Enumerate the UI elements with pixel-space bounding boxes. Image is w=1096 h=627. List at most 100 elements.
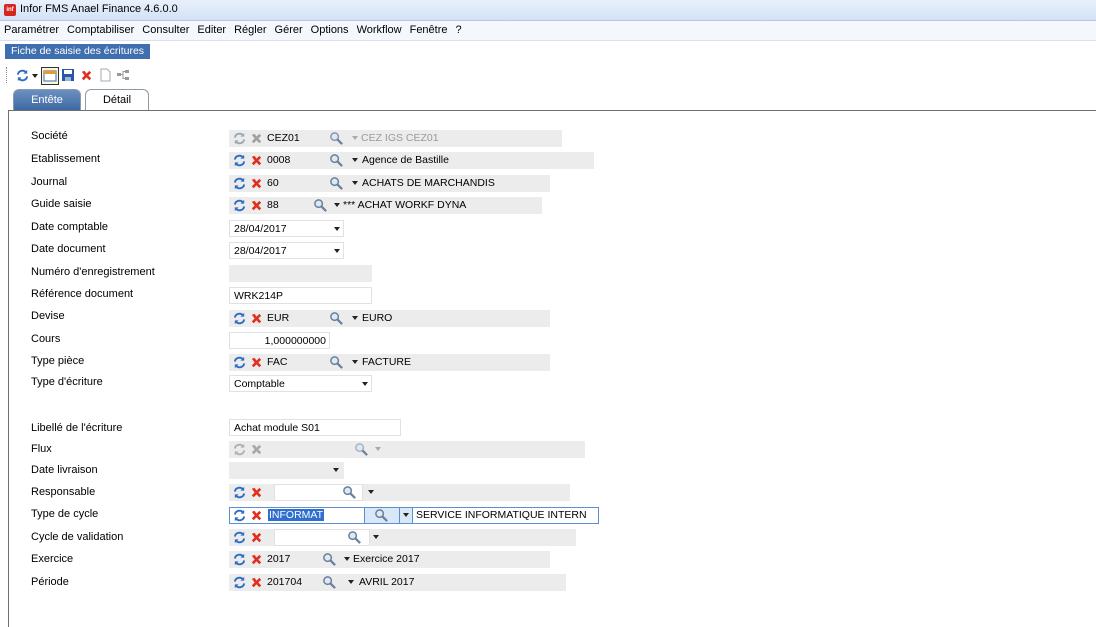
refresh-icon[interactable] bbox=[232, 442, 247, 457]
label-societe: Société bbox=[31, 130, 68, 142]
search-icon[interactable] bbox=[347, 530, 362, 545]
dropdown-arrow-icon[interactable] bbox=[344, 557, 350, 561]
search-icon[interactable] bbox=[329, 153, 344, 168]
date-document-picker[interactable]: 28/04/2017 bbox=[229, 242, 344, 259]
clear-icon[interactable] bbox=[249, 131, 264, 146]
menu-gerer[interactable]: Gérer bbox=[275, 24, 303, 36]
search-icon[interactable] bbox=[354, 442, 369, 457]
societe-desc: CEZ IGS CEZ01 bbox=[361, 132, 439, 144]
clear-icon[interactable] bbox=[249, 485, 264, 500]
type-cycle-dropdown[interactable] bbox=[400, 508, 413, 523]
document-tab[interactable]: Fiche de saisie des écritures bbox=[5, 44, 151, 59]
copy-icon[interactable] bbox=[97, 67, 113, 83]
search-icon[interactable] bbox=[322, 552, 337, 567]
etablissement-code[interactable]: 0008 bbox=[267, 154, 290, 166]
cycle-validation-field bbox=[229, 529, 576, 546]
clear-icon[interactable] bbox=[249, 355, 264, 370]
clear-icon[interactable] bbox=[249, 311, 264, 326]
refresh-icon[interactable] bbox=[232, 131, 247, 146]
periode-field: 201704 AVRIL 2017 bbox=[229, 574, 566, 591]
dropdown-arrow-icon[interactable] bbox=[362, 382, 368, 386]
dropdown-arrow-icon[interactable] bbox=[403, 513, 409, 517]
dropdown-arrow-icon[interactable] bbox=[352, 158, 358, 162]
undo-dropdown-icon[interactable] bbox=[31, 67, 39, 83]
dropdown-arrow-icon[interactable] bbox=[352, 360, 358, 364]
label-reference-document: Référence document bbox=[31, 288, 134, 300]
clear-icon[interactable] bbox=[249, 198, 264, 213]
save-icon[interactable] bbox=[60, 67, 76, 83]
new-record-icon[interactable] bbox=[41, 67, 59, 85]
date-livraison-picker[interactable] bbox=[229, 462, 344, 479]
dropdown-arrow-icon[interactable] bbox=[352, 136, 358, 140]
infor-app-icon: inf bbox=[4, 4, 16, 16]
type-ecriture-value: Comptable bbox=[234, 378, 285, 390]
clear-icon[interactable] bbox=[249, 153, 264, 168]
type-piece-code[interactable]: FAC bbox=[267, 356, 287, 368]
clear-icon[interactable] bbox=[249, 575, 264, 590]
refresh-icon[interactable] bbox=[232, 485, 247, 500]
dropdown-arrow-icon[interactable] bbox=[352, 181, 358, 185]
menu-editer[interactable]: Editer bbox=[197, 24, 226, 36]
search-icon[interactable] bbox=[329, 176, 344, 191]
exercice-code[interactable]: 2017 bbox=[267, 553, 290, 565]
clear-icon[interactable] bbox=[249, 508, 264, 523]
type-ecriture-select[interactable]: Comptable bbox=[229, 375, 372, 392]
type-piece-field: FAC FACTURE bbox=[229, 354, 550, 371]
refresh-icon[interactable] bbox=[232, 198, 247, 213]
label-type-cycle: Type de cycle bbox=[31, 508, 99, 520]
refresh-icon[interactable] bbox=[232, 355, 247, 370]
dropdown-arrow-icon[interactable] bbox=[348, 580, 354, 584]
journal-code[interactable]: 60 bbox=[267, 177, 279, 189]
devise-code[interactable]: EUR bbox=[267, 312, 289, 324]
menu-regler[interactable]: Régler bbox=[234, 24, 266, 36]
undo-icon[interactable] bbox=[14, 67, 30, 83]
periode-desc: AVRIL 2017 bbox=[359, 576, 415, 588]
clear-icon[interactable] bbox=[249, 552, 264, 567]
clear-icon[interactable] bbox=[249, 176, 264, 191]
menu-fenetre[interactable]: Fenêtre bbox=[410, 24, 448, 36]
periode-code[interactable]: 201704 bbox=[267, 576, 302, 588]
refresh-icon[interactable] bbox=[232, 530, 247, 545]
delete-icon[interactable] bbox=[78, 67, 94, 83]
menu-help[interactable]: ? bbox=[456, 24, 462, 36]
menu-parametrer[interactable]: Paramétrer bbox=[4, 24, 59, 36]
refresh-icon[interactable] bbox=[232, 552, 247, 567]
search-icon[interactable] bbox=[329, 355, 344, 370]
dropdown-arrow-icon[interactable] bbox=[333, 468, 339, 472]
dropdown-arrow-icon[interactable] bbox=[352, 316, 358, 320]
type-cycle-lookup[interactable] bbox=[365, 508, 400, 523]
dropdown-arrow-icon[interactable] bbox=[334, 249, 340, 253]
menu-workflow[interactable]: Workflow bbox=[357, 24, 402, 36]
tab-detail[interactable]: Détail bbox=[85, 89, 149, 110]
menu-options[interactable]: Options bbox=[311, 24, 349, 36]
refresh-icon[interactable] bbox=[232, 176, 247, 191]
dropdown-arrow-icon[interactable] bbox=[368, 490, 374, 494]
clear-icon[interactable] bbox=[249, 530, 264, 545]
type-cycle-code-input[interactable]: INFORMAT bbox=[266, 508, 365, 523]
dropdown-arrow-icon[interactable] bbox=[375, 447, 381, 451]
refresh-icon[interactable] bbox=[232, 575, 247, 590]
hierarchy-icon[interactable] bbox=[115, 67, 131, 83]
libelle-ecriture-input[interactable]: Achat module S01 bbox=[229, 419, 401, 436]
clear-icon[interactable] bbox=[249, 442, 264, 457]
reference-document-input[interactable]: WRK214P bbox=[229, 287, 372, 304]
dropdown-arrow-icon[interactable] bbox=[334, 203, 340, 207]
refresh-icon[interactable] bbox=[232, 153, 247, 168]
cours-input[interactable]: 1,000000000 bbox=[229, 332, 330, 349]
menu-consulter[interactable]: Consulter bbox=[142, 24, 189, 36]
search-icon[interactable] bbox=[329, 311, 344, 326]
refresh-icon[interactable] bbox=[232, 311, 247, 326]
guide-saisie-code[interactable]: 88 bbox=[267, 199, 279, 211]
date-comptable-picker[interactable]: 28/04/2017 bbox=[229, 220, 344, 237]
refresh-icon[interactable] bbox=[232, 508, 247, 523]
search-icon[interactable] bbox=[329, 131, 344, 146]
tab-entete[interactable]: Entête bbox=[13, 89, 81, 110]
dropdown-arrow-icon[interactable] bbox=[373, 535, 379, 539]
societe-code[interactable]: CEZ01 bbox=[267, 132, 300, 144]
search-icon[interactable] bbox=[374, 508, 389, 523]
search-icon[interactable] bbox=[313, 198, 328, 213]
dropdown-arrow-icon[interactable] bbox=[334, 227, 340, 231]
menu-comptabiliser[interactable]: Comptabiliser bbox=[67, 24, 134, 36]
search-icon[interactable] bbox=[342, 485, 357, 500]
search-icon[interactable] bbox=[322, 575, 337, 590]
